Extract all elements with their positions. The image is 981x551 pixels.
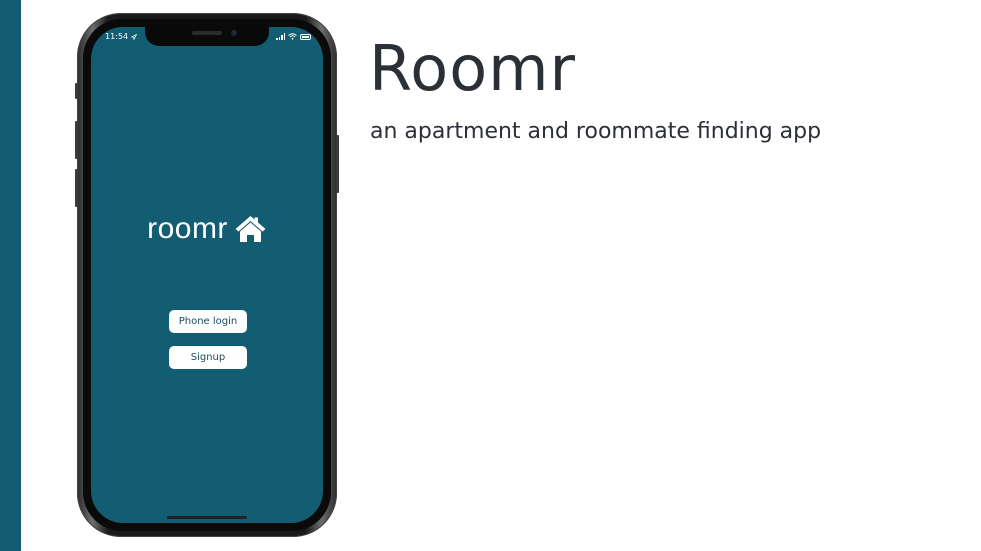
speaker-grille [192, 31, 222, 35]
status-bar-time: 11:54 [105, 32, 137, 41]
house-icon [235, 216, 266, 242]
front-camera [231, 30, 237, 36]
status-bar-icons [276, 33, 311, 40]
phone-mute-switch [75, 83, 78, 99]
slide: 11:54 roomr Phone login Signup Roomr an … [0, 0, 981, 551]
slide-title: Roomr [369, 32, 577, 105]
phone-power-button [336, 135, 339, 193]
app-logo: roomr [91, 212, 323, 246]
location-icon [130, 33, 137, 41]
battery-icon [300, 33, 311, 40]
wifi-icon [288, 33, 297, 40]
phone-mockup: 11:54 roomr Phone login Signup [75, 13, 339, 537]
phone-notch [145, 27, 269, 46]
signal-icon [276, 33, 285, 40]
phone-login-button[interactable]: Phone login [169, 310, 247, 333]
signup-button[interactable]: Signup [169, 346, 247, 369]
accent-bar [0, 0, 21, 551]
status-time-text: 11:54 [105, 32, 129, 41]
phone-volume-up-button [75, 121, 78, 159]
phone-screen: 11:54 roomr Phone login Signup [91, 27, 323, 523]
home-indicator[interactable] [167, 516, 247, 519]
slide-subtitle: an apartment and roommate finding app [370, 119, 822, 144]
phone-volume-down-button [75, 169, 78, 207]
app-logo-text: roomr [147, 212, 228, 245]
